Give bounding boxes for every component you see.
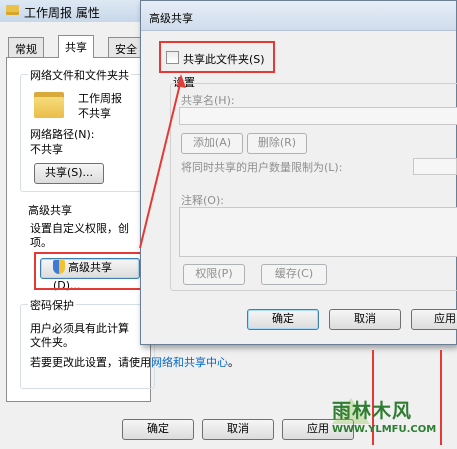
site-watermark: 雨林木风 WWW.YLMFU.COM (318, 382, 454, 444)
tab-sharing[interactable]: 共享 (58, 35, 94, 58)
watermark-name: 雨林木风 (332, 400, 413, 422)
watermark-url: WWW.YLMFU.COM (332, 424, 437, 435)
